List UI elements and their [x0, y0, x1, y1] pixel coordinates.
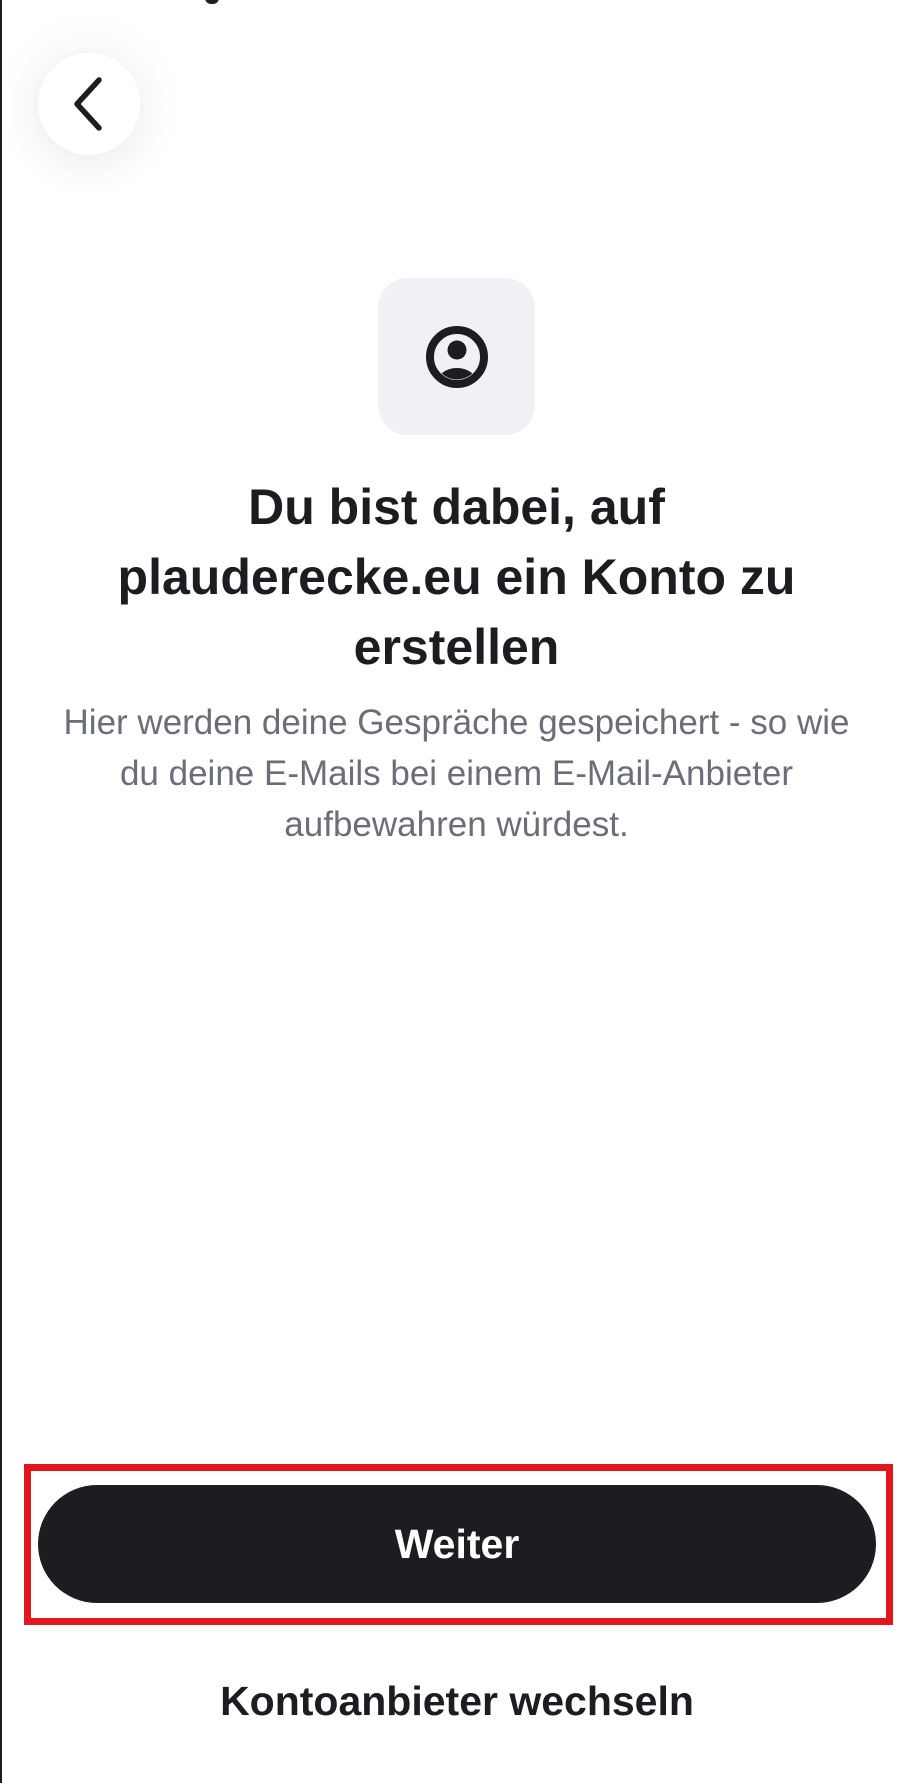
- chevron-left-icon: [74, 77, 102, 131]
- account-icon-tile: [378, 278, 535, 435]
- back-button[interactable]: [38, 53, 140, 155]
- page-description: Hier werden deine Gespräche gespeichert …: [63, 703, 850, 844]
- change-provider-button[interactable]: Kontoanbieter wechseln: [38, 1670, 876, 1732]
- screen-edge: [0, 0, 2, 1783]
- page-title: Du bist dabei, auf plauderecke.eu ein Ko…: [117, 479, 796, 675]
- continue-button[interactable]: Weiter: [38, 1485, 876, 1603]
- status-bar-remnant: [205, 0, 219, 4]
- account-circle-icon: [425, 325, 488, 388]
